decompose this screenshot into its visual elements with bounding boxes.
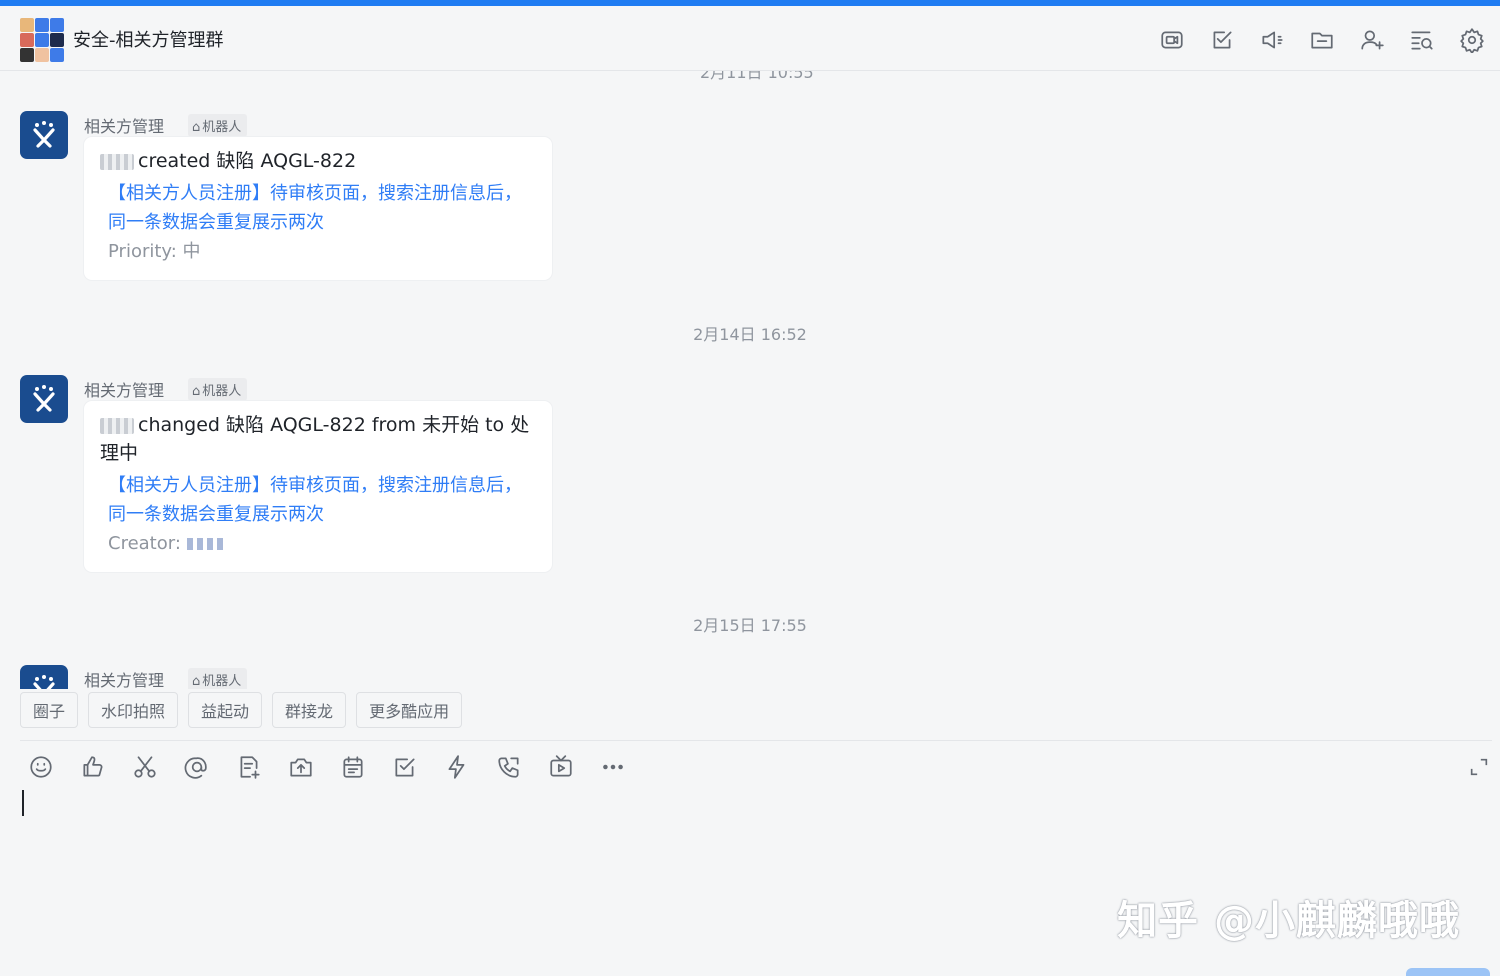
upload-icon[interactable] [286,752,316,782]
priority-text: Priority: 中 [108,241,201,262]
robot-icon: ⌂ [192,674,201,689]
sender-name[interactable]: 相关方管理 [84,377,164,401]
scissors-icon[interactable] [130,752,160,782]
bot-avatar[interactable] [20,375,68,423]
bot-avatar[interactable] [20,665,68,689]
card-headline: changed 缺陷 AQGL-822 from 未开始 to 处理中 [100,414,530,464]
issue-link[interactable]: 【相关方人员注册】待审核页面，搜索注册信息后，同一条数据会重复展示两次 [100,179,536,237]
timestamp: 2月11日 10:55 [700,71,814,82]
bot-tag: ⌂ 机器人 [188,378,248,401]
announcement-icon[interactable] [1256,24,1288,56]
redacted-name [100,153,134,170]
sender-name[interactable]: 相关方管理 [84,667,164,689]
lightning-icon[interactable] [442,752,472,782]
input-divider [20,740,1492,741]
settings-icon[interactable] [1456,24,1488,56]
phone-icon[interactable] [494,752,524,782]
redacted-creator [186,538,227,550]
timestamp: 2月14日 16:52 [693,325,807,344]
search-history-icon[interactable] [1406,24,1438,56]
quick-app-group-relay[interactable]: 群接龙 [272,692,347,728]
folder-icon[interactable] [1306,24,1338,56]
text-caret [22,790,24,816]
task-icon[interactable] [1206,24,1238,56]
quick-app-circle[interactable]: 圈子 [20,692,79,728]
mention-icon[interactable] [182,752,212,782]
bot-tag: ⌂ 机器人 [188,668,248,689]
redacted-name [100,417,134,434]
input-toolbar [26,752,628,782]
timestamp: 2月15日 17:55 [693,616,807,635]
doc-add-icon[interactable] [234,752,264,782]
live-icon[interactable] [546,752,576,782]
quick-app-more[interactable]: 更多酷应用 [356,692,463,728]
header-toolbar [1156,24,1488,56]
creator-text: Creator: [100,529,536,558]
message-list[interactable]: 2月11日 10:55 相关方管理 ⌂ 机器人 created 缺陷 AQGL-8… [0,71,1500,689]
issue-link[interactable]: 【相关方人员注册】待审核页面，搜索注册信息后，同一条数据会重复展示两次 [100,471,536,529]
chat-header: 安全-相关方管理群 [0,6,1500,71]
watermark: 知乎 @小麒麟哦哦 [1117,898,1460,944]
send-button[interactable] [1406,968,1490,976]
chat-title: 安全-相关方管理群 [73,30,224,51]
message-card[interactable]: created 缺陷 AQGL-822 【相关方人员注册】待审核页面，搜索注册信… [84,137,552,280]
bot-avatar[interactable] [20,111,68,159]
task-check-icon[interactable] [390,752,420,782]
quick-apps-bar: 圈子 水印拍照 益起动 群接龙 更多酷应用 [20,692,463,728]
calendar-icon[interactable] [338,752,368,782]
emoji-icon[interactable] [26,752,56,782]
robot-icon: ⌂ [192,384,201,399]
expand-input-icon[interactable] [1468,756,1490,778]
thumbs-up-icon[interactable] [78,752,108,782]
quick-app-watermark-photo[interactable]: 水印拍照 [88,692,179,728]
video-meeting-icon[interactable] [1156,24,1188,56]
bot-tag: ⌂ 机器人 [188,114,248,137]
quick-app-yiqidong[interactable]: 益起动 [188,692,263,728]
group-avatar[interactable] [20,18,64,62]
sender-name[interactable]: 相关方管理 [84,113,164,137]
message-card[interactable]: changed 缺陷 AQGL-822 from 未开始 to 处理中 【相关方… [84,401,552,572]
robot-icon: ⌂ [192,120,201,135]
card-headline: created 缺陷 AQGL-822 [100,147,536,175]
add-member-icon[interactable] [1356,24,1388,56]
more-icon[interactable] [598,752,628,782]
